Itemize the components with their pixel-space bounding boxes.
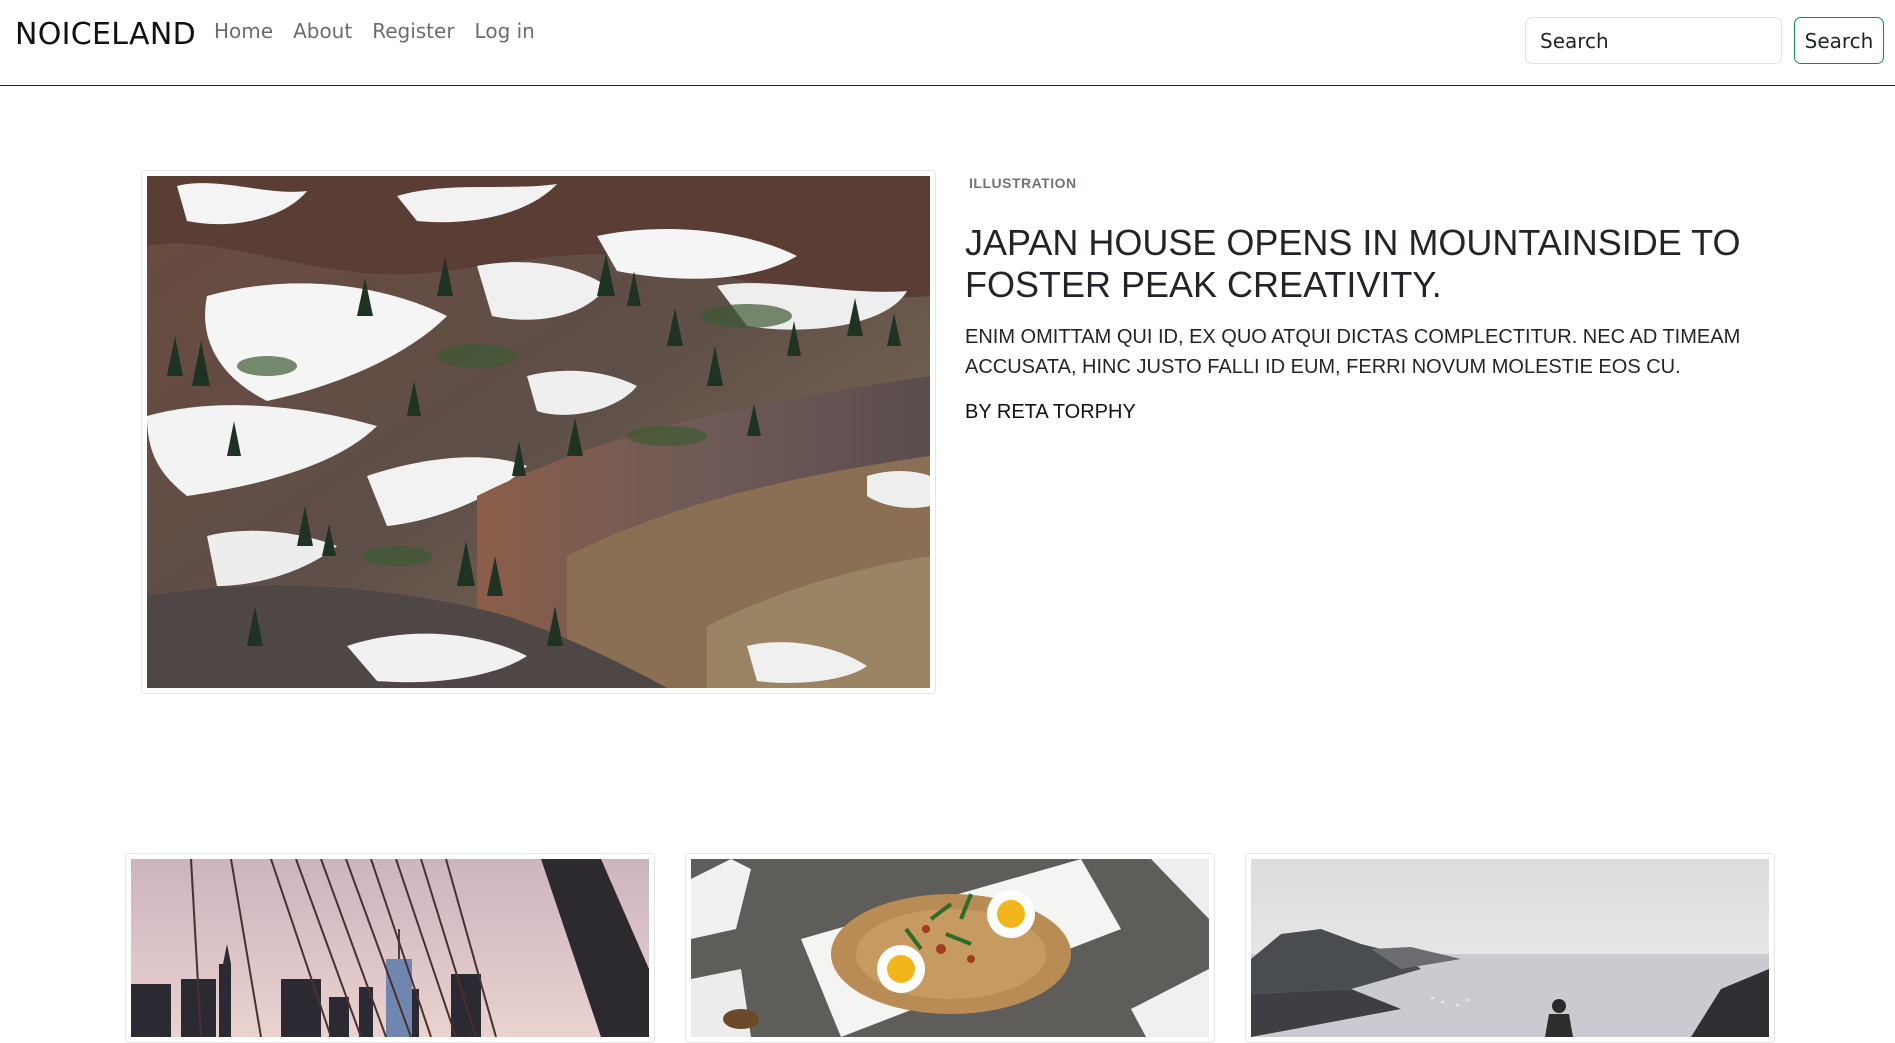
card-image-bridge xyxy=(131,859,649,1037)
article-card-1[interactable] xyxy=(125,853,655,1043)
search-button[interactable]: Search xyxy=(1794,17,1884,64)
nav-home[interactable]: Home xyxy=(214,19,273,43)
featured-article: ILLUSTRATION JAPAN HOUSE OPENS IN MOUNTA… xyxy=(965,174,1765,424)
nav-about[interactable]: About xyxy=(293,19,352,43)
nav-links: Home About Register Log in xyxy=(214,19,535,43)
article-card-2[interactable] xyxy=(685,853,1215,1043)
brand-logo[interactable]: NOICELAND xyxy=(15,17,196,52)
search-input[interactable] xyxy=(1525,17,1782,64)
top-navbar: NOICELAND Home About Register Log in Sea… xyxy=(0,0,1895,86)
featured-image-card[interactable] xyxy=(141,170,936,694)
article-title[interactable]: JAPAN HOUSE OPENS IN MOUNTAINSIDE TO FOS… xyxy=(965,222,1765,306)
card-image-food xyxy=(691,859,1209,1037)
article-card-3[interactable] xyxy=(1245,853,1775,1043)
nav-login[interactable]: Log in xyxy=(475,19,535,43)
card-image-coast xyxy=(1251,859,1769,1037)
featured-image xyxy=(147,176,930,688)
nav-register[interactable]: Register xyxy=(372,19,454,43)
article-excerpt: ENIM OMITTAM QUI ID, EX QUO ATQUI DICTAS… xyxy=(965,326,1741,378)
article-author: BY RETA TORPHY xyxy=(965,401,1136,423)
article-category[interactable]: ILLUSTRATION xyxy=(969,174,1765,192)
